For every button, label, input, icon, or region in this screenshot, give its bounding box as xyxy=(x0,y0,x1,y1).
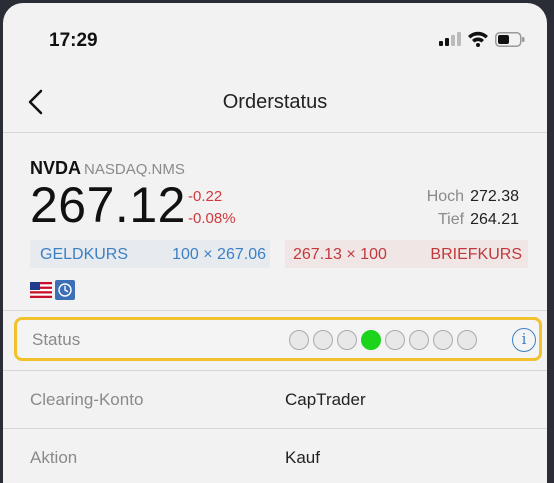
bid-box: GELDKURS 100 × 267.06 xyxy=(30,240,270,268)
order-status-row: Status i xyxy=(14,317,542,361)
low-value: 264.21 xyxy=(470,211,519,228)
bid-label: GELDKURS xyxy=(40,246,129,263)
detail-value: CapTrader xyxy=(285,390,366,409)
ask-value: 267.13 × 100 xyxy=(293,246,387,263)
market-flags xyxy=(30,280,75,300)
detail-value: Kauf xyxy=(285,448,320,467)
info-icon[interactable]: i xyxy=(512,328,536,352)
last-price: 267.12 xyxy=(30,177,186,233)
change-absolute: -0.22 xyxy=(188,188,223,205)
status-dot xyxy=(289,330,309,350)
status-label: Status xyxy=(32,330,81,349)
detail-row-action: Aktion Kauf xyxy=(3,428,547,483)
us-flag-icon xyxy=(30,282,52,298)
status-dot xyxy=(385,330,405,350)
navigation-bar: Orderstatus xyxy=(3,75,547,133)
clock: 17:29 xyxy=(49,30,98,51)
status-dot xyxy=(337,330,357,350)
system-icons xyxy=(439,31,525,47)
change-percent: -0.08% xyxy=(188,210,236,227)
low-label: Tief xyxy=(437,211,465,228)
clock-icon xyxy=(55,280,75,300)
status-dot xyxy=(457,330,477,350)
high-label: Hoch xyxy=(426,188,465,205)
system-status-bar: 17:29 xyxy=(3,3,547,75)
bid-value: 100 × 267.06 xyxy=(172,246,266,263)
page-title: Orderstatus xyxy=(222,91,328,113)
status-progress-dots xyxy=(289,330,477,350)
high-row: Hoch 272.38 xyxy=(427,188,519,206)
status-dot-active xyxy=(361,330,381,350)
quote-panel: NVDA NASDAQ.NMS 267.12 -0.22 -0.08% Hoch… xyxy=(3,134,547,311)
high-value: 272.38 xyxy=(470,188,519,205)
detail-row-clearing-account: Clearing-Konto CapTrader xyxy=(3,370,547,428)
low-row: Tief 264.21 xyxy=(438,211,519,229)
phone-screen: 17:29 Orderstatus NVDA NASDAQ.NMS 267.12… xyxy=(3,3,547,483)
status-dot xyxy=(409,330,429,350)
wifi-icon xyxy=(468,31,488,47)
ask-box: 267.13 × 100 BRIEFKURS xyxy=(285,240,528,268)
status-dot xyxy=(313,330,333,350)
signal-icon xyxy=(439,32,461,46)
ask-label: BRIEFKURS xyxy=(430,246,522,263)
detail-label: Clearing-Konto xyxy=(30,390,144,409)
detail-label: Aktion xyxy=(30,448,78,467)
status-dot xyxy=(433,330,453,350)
battery-icon xyxy=(495,31,525,47)
